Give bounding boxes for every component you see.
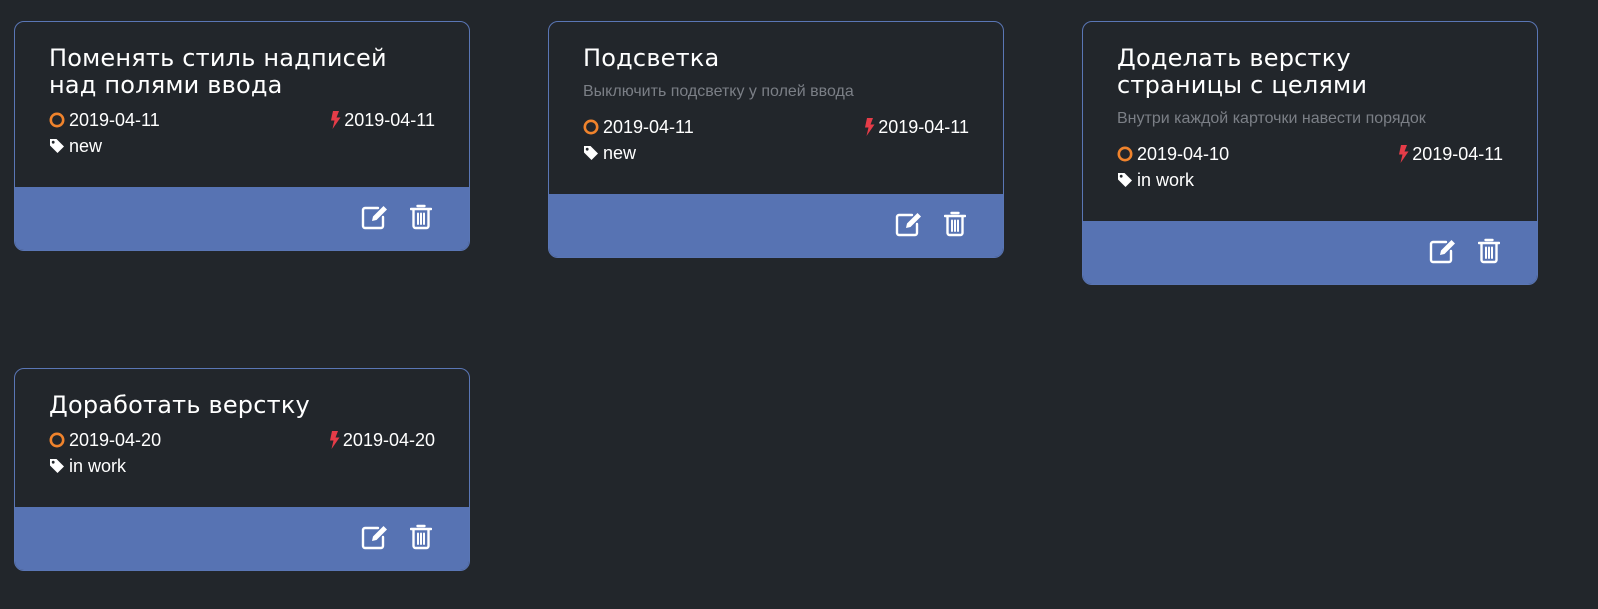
tag-label: new xyxy=(69,136,103,156)
deadline-value: 2019-04-11 xyxy=(344,110,435,130)
bolt-icon xyxy=(329,431,340,449)
deadline-value: 2019-04-11 xyxy=(878,117,969,137)
deadline-date: 2019-04-20 xyxy=(329,429,435,451)
card-body: Поменять стиль надписей над полями ввода… xyxy=(15,22,469,187)
card-dates: 2019-04-10 2019-04-11 xyxy=(1117,143,1503,165)
circle-icon xyxy=(49,112,65,128)
card-title: Доработать верстку xyxy=(49,391,310,419)
card-dates: 2019-04-11 2019-04-11 xyxy=(49,109,435,131)
delete-button[interactable] xyxy=(406,204,436,234)
card-tag: in work xyxy=(1117,169,1503,191)
edit-button[interactable] xyxy=(360,204,390,234)
card-body: Доработать верстку 2019-04-20 2019-04-20… xyxy=(15,369,469,507)
edit-icon xyxy=(361,204,389,234)
deadline-date: 2019-04-11 xyxy=(1398,143,1503,165)
card-tag: in work xyxy=(49,455,435,477)
tag-label: in work xyxy=(1137,170,1195,190)
card-footer xyxy=(15,507,469,570)
delete-button[interactable] xyxy=(940,211,970,241)
deadline-value: 2019-04-11 xyxy=(1412,144,1503,164)
edit-button[interactable] xyxy=(360,524,390,554)
task-card: Доработать верстку 2019-04-20 2019-04-20… xyxy=(14,368,470,571)
deadline-date: 2019-04-11 xyxy=(864,116,969,138)
start-date-value: 2019-04-10 xyxy=(1137,144,1230,164)
card-tag: new xyxy=(583,142,969,164)
trash-icon xyxy=(409,524,433,554)
delete-button[interactable] xyxy=(1474,238,1504,268)
trash-icon xyxy=(1477,238,1501,268)
edit-icon xyxy=(895,211,923,241)
card-footer xyxy=(15,187,469,250)
bolt-icon xyxy=(864,118,875,136)
card-title: Поменять стиль надписей над полями ввода xyxy=(49,44,387,99)
deadline-value: 2019-04-20 xyxy=(342,430,435,450)
start-date-value: 2019-04-11 xyxy=(69,110,160,130)
tag-label: new xyxy=(603,143,637,163)
delete-button[interactable] xyxy=(406,524,436,554)
start-date: 2019-04-11 xyxy=(583,116,694,138)
tag-icon xyxy=(1117,172,1133,188)
start-date-value: 2019-04-11 xyxy=(603,117,694,137)
card-description: Внутри каждой карточки навести порядок xyxy=(1117,110,1426,127)
task-card: Поменять стиль надписей над полями ввода… xyxy=(14,21,470,251)
card-title: Подсветка xyxy=(583,44,720,72)
card-title: Доделать верстку страницы с целями xyxy=(1117,44,1368,99)
start-date-value: 2019-04-20 xyxy=(69,430,162,450)
edit-button[interactable] xyxy=(1428,238,1458,268)
circle-icon xyxy=(1117,146,1133,162)
circle-icon xyxy=(583,119,599,135)
card-dates: 2019-04-11 2019-04-11 xyxy=(583,116,969,138)
bolt-icon xyxy=(1398,145,1409,163)
tag-label: in work xyxy=(69,456,127,476)
task-card: Доделать верстку страницы с целями Внутр… xyxy=(1082,21,1538,285)
start-date: 2019-04-10 xyxy=(1117,143,1229,165)
card-tag: new xyxy=(49,135,435,157)
edit-button[interactable] xyxy=(894,211,924,241)
edit-icon xyxy=(1429,238,1457,268)
trash-icon xyxy=(943,211,967,241)
task-card: Подсветка Выключить подсветку у полей вв… xyxy=(548,21,1004,258)
tag-icon xyxy=(49,138,65,154)
card-body: Подсветка Выключить подсветку у полей вв… xyxy=(549,22,1003,194)
start-date: 2019-04-11 xyxy=(49,109,160,131)
deadline-date: 2019-04-11 xyxy=(330,109,435,131)
bolt-icon xyxy=(330,111,341,129)
card-body: Доделать верстку страницы с целями Внутр… xyxy=(1083,22,1537,221)
card-footer xyxy=(1083,221,1537,284)
card-footer xyxy=(549,194,1003,257)
trash-icon xyxy=(409,204,433,234)
card-dates: 2019-04-20 2019-04-20 xyxy=(49,429,435,451)
start-date: 2019-04-20 xyxy=(49,429,161,451)
card-description: Выключить подсветку у полей ввода xyxy=(583,83,854,100)
edit-icon xyxy=(361,524,389,554)
circle-icon xyxy=(49,432,65,448)
tag-icon xyxy=(49,458,65,474)
tag-icon xyxy=(583,145,599,161)
